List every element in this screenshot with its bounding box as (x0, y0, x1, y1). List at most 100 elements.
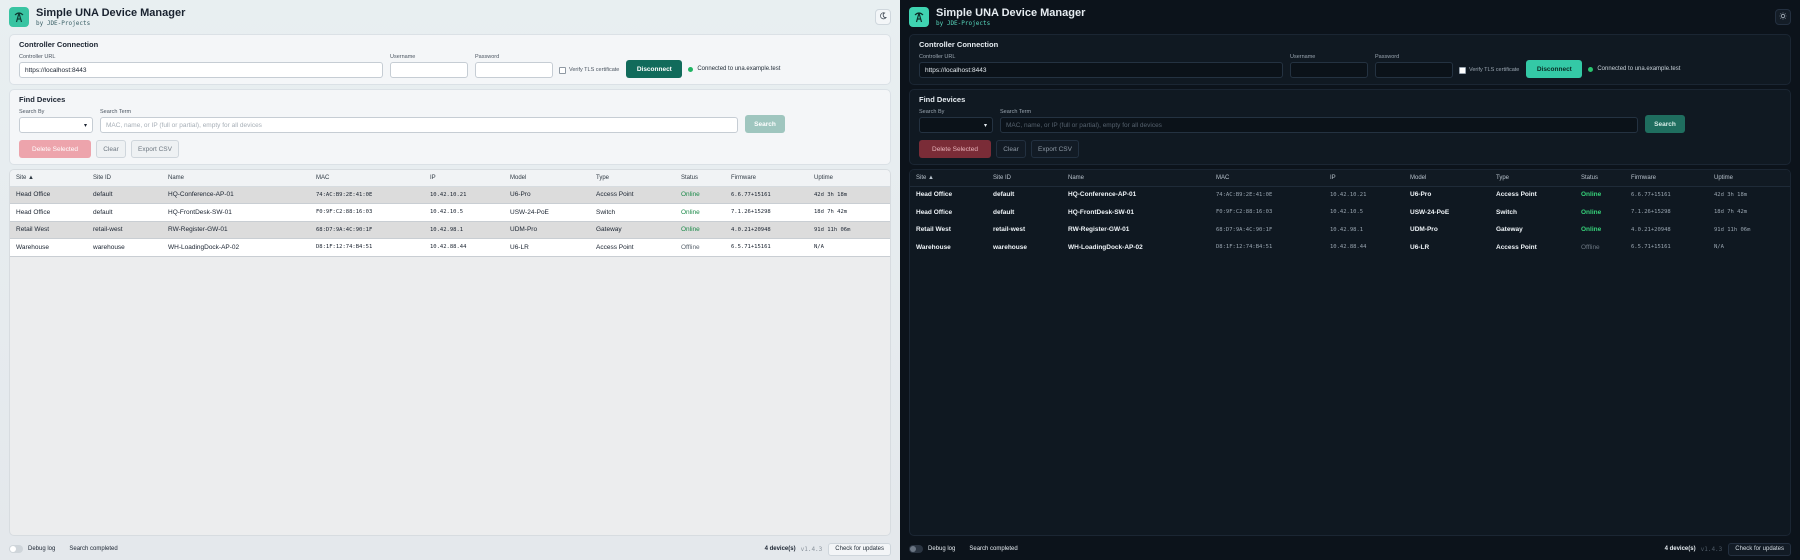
col-firmware[interactable]: Firmware (1625, 170, 1708, 187)
light-theme-window: Simple UNA Device Manager by JDE-Project… (0, 0, 900, 560)
col-uptime[interactable]: Uptime (1708, 170, 1790, 187)
check-updates-button[interactable]: Check for updates (1728, 542, 1791, 556)
col-model[interactable]: Model (504, 170, 590, 187)
clear-button[interactable]: Clear (996, 140, 1026, 158)
col-name[interactable]: Name (1062, 170, 1210, 187)
cell-model: UDM-Pro (504, 221, 590, 239)
url-label: Controller URL (919, 54, 956, 60)
cell-status: Offline (675, 238, 725, 257)
app-title: Simple UNA Device Manager (36, 7, 186, 19)
table-row[interactable]: Retail West retail-west RW-Register-GW-0… (910, 221, 1790, 239)
cell-ip: 10.42.88.44 (424, 238, 504, 257)
col-type[interactable]: Type (590, 170, 675, 187)
password-label: Password (475, 54, 500, 60)
col-type[interactable]: Type (1490, 170, 1575, 187)
delete-selected-button[interactable]: Delete Selected (919, 140, 991, 158)
cell-name: HQ-FrontDesk-SW-01 (162, 203, 310, 222)
table-row[interactable]: Head Office default HQ-Conference-AP-01 … (910, 186, 1790, 204)
username-label: Username (1290, 54, 1316, 60)
col-status[interactable]: Status (1575, 170, 1625, 187)
export-csv-button[interactable]: Export CSV (131, 140, 179, 158)
cell-mac: 68:D7:9A:4C:90:1F (1210, 221, 1324, 239)
col-ip[interactable]: IP (424, 170, 504, 187)
col-firmware[interactable]: Firmware (725, 170, 808, 187)
table-row[interactable]: Head Office default HQ-FrontDesk-SW-01 F… (10, 203, 890, 222)
search-by-select[interactable]: ▾ (919, 117, 993, 133)
delete-selected-button[interactable]: Delete Selected (19, 140, 91, 158)
cell-ip: 10.42.98.1 (424, 221, 504, 239)
cell-firmware: 6.6.77+15161 (1625, 186, 1708, 204)
col-site[interactable]: Site ▲ (10, 170, 87, 187)
cell-firmware: 6.6.77+15161 (725, 186, 808, 204)
cell-status: Offline (1575, 238, 1625, 257)
cell-model: U6-Pro (1404, 186, 1490, 204)
cell-site: Head Office (910, 203, 987, 222)
cell-site-id: default (987, 203, 1062, 222)
cell-uptime: 91d 11h 06m (808, 221, 890, 239)
status-bar: Debug log Search completed 4 device(s) v… (9, 538, 891, 560)
search-by-select[interactable]: ▾ (19, 117, 93, 133)
status-text: Search completed (69, 546, 118, 552)
cell-mac: F0:9F:C2:88:16:03 (1210, 203, 1324, 222)
password-input[interactable] (1375, 62, 1453, 78)
verify-tls-checkbox[interactable]: Verify TLS certificate (559, 62, 619, 78)
col-ip[interactable]: IP (1324, 170, 1404, 187)
connection-card: Controller Connection Controller URL htt… (909, 34, 1791, 85)
col-site-id[interactable]: Site ID (87, 170, 162, 187)
username-input[interactable] (1290, 62, 1368, 78)
checkbox-box[interactable] (1459, 66, 1466, 74)
cell-site-id: retail-west (87, 221, 162, 239)
col-status[interactable]: Status (675, 170, 725, 187)
disconnect-button[interactable]: Disconnect (626, 60, 683, 78)
theme-toggle-button[interactable] (875, 9, 891, 25)
col-site[interactable]: Site ▲ (910, 170, 987, 187)
debug-log-toggle[interactable] (909, 545, 923, 553)
cell-type: Gateway (1490, 221, 1575, 239)
table-row[interactable]: Retail West retail-west RW-Register-GW-0… (10, 221, 890, 239)
status-dot-icon (688, 66, 694, 72)
app-title: Simple UNA Device Manager (936, 7, 1086, 19)
table-row[interactable]: Warehouse warehouse WH-LoadingDock-AP-02… (910, 238, 1790, 257)
search-term-input[interactable]: MAC, name, or IP (full or partial), empt… (100, 117, 738, 133)
col-name[interactable]: Name (162, 170, 310, 187)
username-input[interactable] (390, 62, 468, 78)
verify-tls-checkbox[interactable]: Verify TLS certificate (1459, 62, 1519, 78)
moon-icon (879, 12, 887, 22)
cell-status: Online (1575, 221, 1625, 239)
cell-mac: D8:1F:12:74:B4:51 (1210, 238, 1324, 257)
col-site-id[interactable]: Site ID (987, 170, 1062, 187)
devices-table: Site ▲ Site ID Name MAC IP Model Type St… (10, 170, 890, 257)
cell-status: Online (1575, 186, 1625, 204)
controller-url-input[interactable]: https://localhost:8443 (919, 62, 1283, 78)
controller-url-input[interactable]: https://localhost:8443 (19, 62, 383, 78)
cell-site-id: retail-west (987, 221, 1062, 239)
check-updates-button[interactable]: Check for updates (828, 542, 891, 556)
table-row[interactable]: Head Office default HQ-FrontDesk-SW-01 F… (910, 203, 1790, 222)
search-term-input[interactable]: MAC, name, or IP (full or partial), empt… (1000, 117, 1638, 133)
debug-log-label: Debug log (928, 546, 956, 552)
export-csv-button[interactable]: Export CSV (1031, 140, 1079, 158)
col-model[interactable]: Model (1404, 170, 1490, 187)
theme-toggle-button[interactable] (1775, 9, 1791, 25)
password-input[interactable] (475, 62, 553, 78)
cell-ip: 10.42.10.5 (1324, 203, 1404, 222)
connection-status: Connected to una.example.test (688, 60, 780, 78)
cell-type: Gateway (590, 221, 675, 239)
find-devices-card: Find Devices Search By ▾ Search Term MAC… (909, 89, 1791, 165)
search-button[interactable]: Search (1645, 115, 1685, 133)
cell-ip: 10.42.98.1 (1324, 221, 1404, 239)
debug-log-toggle[interactable] (9, 545, 23, 553)
cell-site: Retail West (10, 221, 87, 239)
col-mac[interactable]: MAC (310, 170, 424, 187)
col-mac[interactable]: MAC (1210, 170, 1324, 187)
col-uptime[interactable]: Uptime (808, 170, 890, 187)
app-subtitle: by JDE-Projects (936, 20, 991, 27)
cell-ip: 10.42.88.44 (1324, 238, 1404, 257)
clear-button[interactable]: Clear (96, 140, 126, 158)
disconnect-button[interactable]: Disconnect (1526, 60, 1583, 78)
search-button[interactable]: Search (745, 115, 785, 133)
table-row[interactable]: Warehouse warehouse WH-LoadingDock-AP-02… (10, 238, 890, 257)
checkbox-box[interactable] (559, 66, 566, 74)
cell-type: Switch (590, 203, 675, 222)
table-row[interactable]: Head Office default HQ-Conference-AP-01 … (10, 186, 890, 204)
